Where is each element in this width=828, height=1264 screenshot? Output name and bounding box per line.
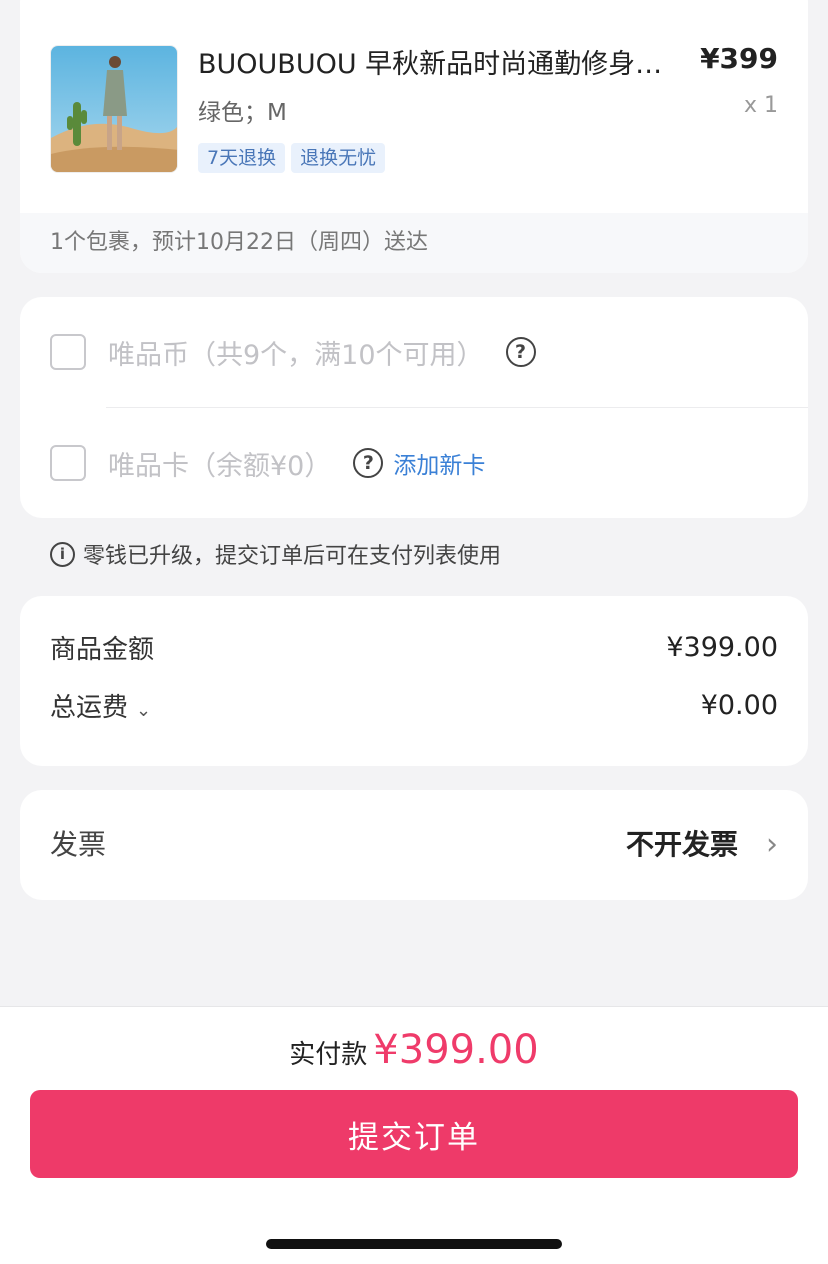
discount-options-card: 唯品币（共9个，满10个可用） ? 唯品卡（余额¥0） ? 添加新卡: [20, 297, 808, 518]
tag-7day-return: 7天退换: [198, 143, 286, 173]
info-icon: i: [50, 541, 75, 567]
change-upgrade-notice: i 零钱已升级，提交订单后可在支付列表使用: [50, 538, 501, 570]
product-title[interactable]: BUOUBUOU 早秋新品时尚通勤修身…: [198, 42, 688, 81]
help-icon[interactable]: ?: [353, 448, 384, 478]
tag-worry-free-return: 退换无忧: [291, 143, 386, 173]
product-image[interactable]: [50, 45, 178, 173]
vip-coins-checkbox[interactable]: [50, 334, 86, 370]
chevron-down-icon: ⌄: [136, 700, 152, 721]
goods-amount-row: 商品金额 ¥399.00: [50, 629, 778, 666]
vip-card-label: 唯品卡（余额¥0）: [108, 450, 332, 482]
chevron-right-icon: ›: [766, 827, 778, 862]
product-spec: 绿色；M: [198, 100, 287, 126]
add-card-link[interactable]: 添加新卡: [393, 446, 485, 480]
vip-card-option[interactable]: 唯品卡（余额¥0） ? 添加新卡: [20, 408, 808, 518]
vip-card-checkbox[interactable]: [50, 445, 86, 481]
notice-text: 零钱已升级，提交订单后可在支付列表使用: [83, 544, 502, 569]
home-indicator: [266, 1239, 562, 1249]
total-label: 实付款: [289, 1040, 368, 1070]
shipping-toggle[interactable]: 总运费 ⌄: [50, 687, 151, 724]
help-icon[interactable]: ?: [505, 337, 536, 367]
submit-order-button[interactable]: 提交订单: [30, 1090, 798, 1178]
goods-amount-label: 商品金额: [50, 635, 155, 665]
invoice-value: 不开发票: [625, 828, 738, 861]
amount-summary-card: 商品金额 ¥399.00 总运费 ⌄ ¥0.00: [20, 596, 808, 766]
product-card: BUOUBUOU 早秋新品时尚通勤修身… ¥399 绿色；M x 1 7天退换 …: [20, 0, 808, 273]
service-tags: 7天退换 退换无忧: [198, 143, 386, 173]
product-photo: [51, 46, 177, 172]
shipping-label: 总运费: [50, 693, 129, 723]
invoice-label: 发票: [50, 828, 107, 861]
total-payment: 实付款 ¥399.00: [0, 1027, 828, 1073]
checkout-bar: 实付款 ¥399.00 提交订单: [0, 1006, 828, 1264]
invoice-row[interactable]: 发票 不开发票 ›: [20, 790, 808, 900]
total-value: ¥399.00: [373, 1027, 539, 1073]
vip-coins-option[interactable]: 唯品币（共9个，满10个可用） ?: [20, 297, 808, 407]
product-price: ¥399: [700, 42, 778, 75]
product-quantity: x 1: [743, 93, 778, 118]
shipping-row[interactable]: 总运费 ⌄ ¥0.00: [50, 687, 778, 724]
shipping-value: ¥0.00: [700, 690, 778, 721]
delivery-estimate: 1个包裹，预计10月22日（周四）送达: [20, 213, 808, 273]
vip-coins-label: 唯品币（共9个，满10个可用）: [108, 339, 484, 371]
goods-amount-value: ¥399.00: [666, 632, 778, 663]
